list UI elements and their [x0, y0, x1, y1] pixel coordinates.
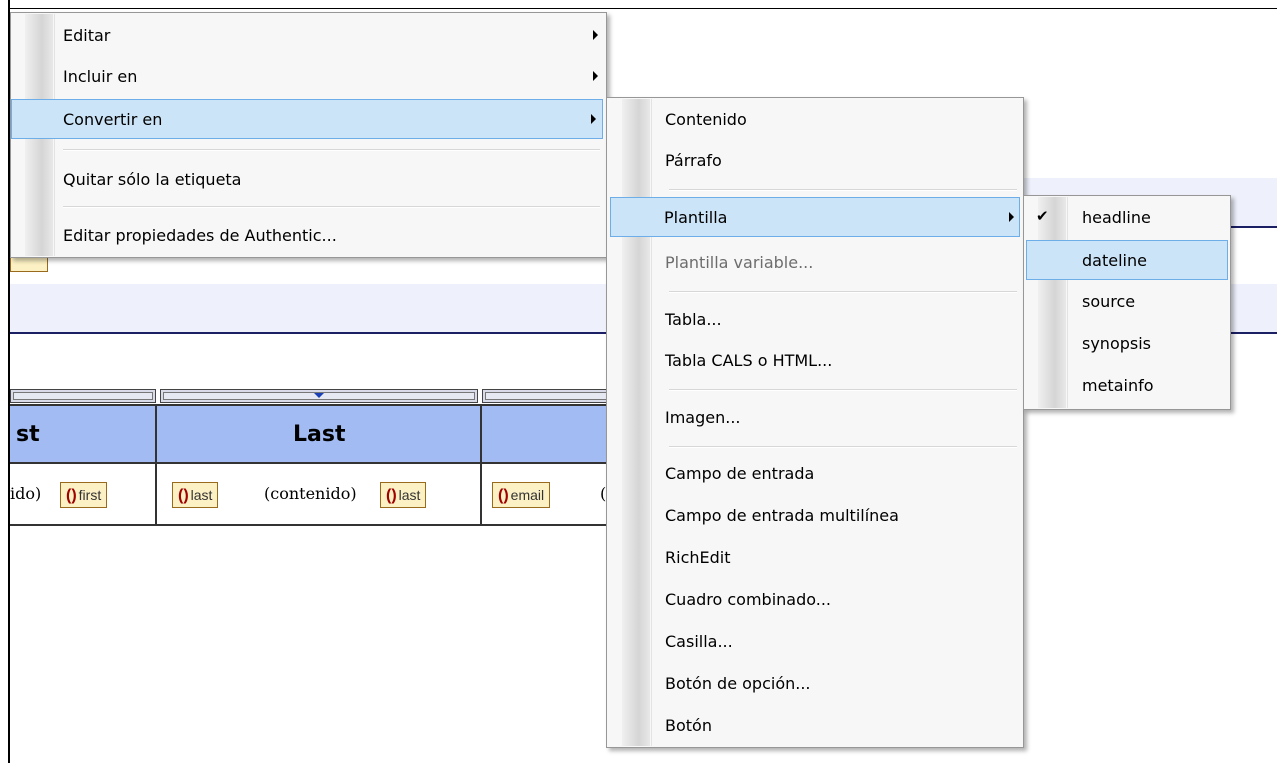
menu-item-cuadro-combinado[interactable]: Cuadro combinado... [609, 580, 1021, 620]
menu-item-boton-opcion[interactable]: Botón de opción... [609, 664, 1021, 704]
xml-open-tag-email[interactable]: () email [492, 482, 551, 508]
submenu-arrow-icon [593, 71, 598, 81]
submenu-arrow-icon [593, 30, 598, 40]
xml-open-tag-last[interactable]: () last [172, 482, 219, 508]
checkmark-icon: ✔ [1036, 207, 1049, 225]
menu-item-incluir-en[interactable]: Incluir en [13, 57, 604, 97]
table-row-border [10, 524, 610, 526]
menu-item-dateline[interactable]: dateline [1026, 240, 1228, 280]
menu-item-tabla[interactable]: Tabla... [609, 300, 1021, 340]
column-dropdown-icon[interactable] [314, 393, 324, 398]
menu-item-campo-multilinea[interactable]: Campo de entrada multilínea [609, 496, 1021, 536]
menu-separator [63, 149, 600, 151]
cell-text[interactable]: ido) [10, 484, 41, 503]
menu-item-plantilla[interactable]: Plantilla [610, 197, 1020, 237]
column-divider [480, 404, 482, 526]
template-submenu: ✔ headline dateline source synopsis meta… [1023, 195, 1231, 410]
menu-item-imagen[interactable]: Imagen... [609, 398, 1021, 438]
menu-separator [669, 291, 1017, 293]
menu-separator [669, 446, 1017, 448]
menu-item-boton[interactable]: Botón [609, 706, 1021, 746]
menu-item-source[interactable]: source [1026, 282, 1228, 322]
menu-item-parrafo[interactable]: Párrafo [609, 141, 1021, 181]
menu-item-quitar-etiqueta[interactable]: Quitar sólo la etiqueta [13, 160, 604, 200]
menu-separator [63, 206, 600, 208]
menu-item-editar[interactable]: Editar [13, 16, 604, 56]
convert-submenu: Contenido Párrafo Plantilla Plantilla va… [606, 97, 1024, 748]
menu-item-convertir-en[interactable]: Convertir en [11, 99, 603, 139]
menu-item-headline[interactable]: ✔ headline [1026, 198, 1228, 238]
context-menu: Editar Incluir en Convertir en Quitar só… [10, 12, 607, 258]
menu-item-contenido[interactable]: Contenido [609, 100, 1021, 140]
xml-close-tag-first[interactable]: () first [60, 482, 108, 508]
document-top-border [8, 8, 1277, 9]
table-header-first: st [16, 422, 40, 447]
column-divider [155, 404, 157, 526]
menu-item-editar-propiedades[interactable]: Editar propiedades de Authentic... [13, 216, 604, 256]
menu-item-plantilla-variable[interactable]: Plantilla variable... [609, 243, 1021, 283]
column-bar[interactable] [10, 389, 156, 403]
menu-item-tabla-cals-html[interactable]: Tabla CALS o HTML... [609, 341, 1021, 381]
menu-item-metainfo[interactable]: metainfo [1026, 366, 1228, 406]
menu-separator [669, 189, 1017, 191]
submenu-arrow-icon [1009, 212, 1014, 222]
menu-item-synopsis[interactable]: synopsis [1026, 324, 1228, 364]
submenu-arrow-icon [591, 114, 596, 124]
table-header-row: st Last [10, 404, 610, 464]
table-header-last: Last [293, 422, 346, 447]
column-bar[interactable] [482, 389, 610, 403]
menu-item-richedit[interactable]: RichEdit [609, 538, 1021, 578]
menu-separator [669, 389, 1017, 391]
xml-close-tag-last[interactable]: () last [380, 482, 427, 508]
cell-text[interactable]: (contenido) [264, 484, 357, 503]
menu-item-casilla[interactable]: Casilla... [609, 622, 1021, 662]
menu-item-campo-entrada[interactable]: Campo de entrada [609, 454, 1021, 494]
column-bar[interactable] [160, 389, 478, 403]
